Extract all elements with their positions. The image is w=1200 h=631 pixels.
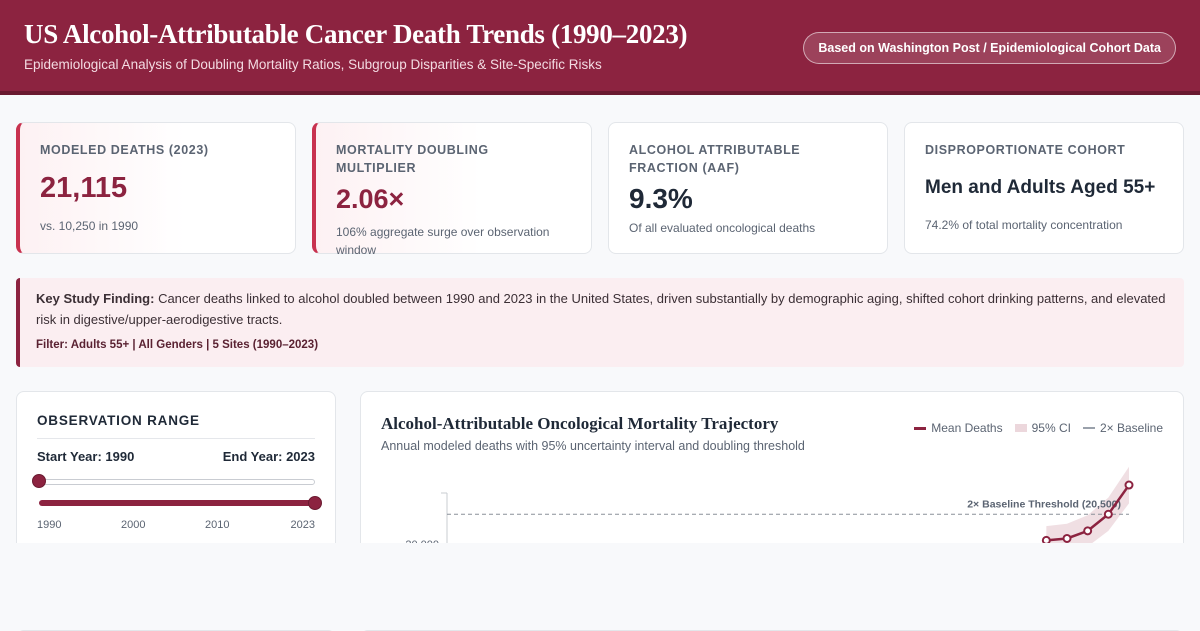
page-title: US Alcohol-Attributable Cancer Death Tre… — [24, 19, 688, 49]
kpi-value: 2.06× — [336, 184, 405, 214]
finding-text: Key Study Finding: Cancer deaths linked … — [36, 289, 1168, 330]
filter-summary: Filter: Adults 55+ | All Genders | 5 Sit… — [36, 339, 319, 351]
end-year-label: End Year: 2023 — [222, 449, 315, 464]
kpi-card-modeled-deaths: Modeled Deaths (2023) 21,115 vs. 10,250 … — [16, 122, 296, 254]
page-subtitle: Epidemiological Analysis of Doubling Mor… — [24, 57, 602, 72]
kpi-note: 106% aggregate surge over observation wi… — [336, 225, 550, 257]
start-year-slider-track[interactable] — [39, 479, 315, 485]
range-tick: 1990 — [37, 519, 62, 531]
finding-lead: Key Study Finding: — [36, 291, 155, 306]
end-year-slider-track[interactable] — [39, 500, 315, 506]
data-point — [1124, 480, 1134, 490]
ci-band — [1046, 466, 1129, 555]
end-year-slider-thumb[interactable] — [308, 496, 322, 510]
start-year-slider-thumb[interactable] — [32, 474, 46, 488]
page-header: US Alcohol-Attributable Cancer Death Tre… — [0, 0, 1200, 95]
kpi-value: 9.3% — [629, 183, 693, 214]
kpi-note: Of all evaluated oncological deaths — [629, 221, 816, 235]
kpi-card-cohort: Disproportionate Cohort Men and Adults A… — [904, 122, 1184, 254]
range-tick: 2000 — [121, 519, 146, 531]
range-tick: 2023 — [290, 519, 315, 531]
range-tick: 2010 — [205, 519, 230, 531]
kpi-note: vs. 10,250 in 1990 — [40, 219, 139, 233]
kpi-card-aaf: Alcohol Attributable Fraction (AAF) 9.3%… — [608, 122, 888, 254]
key-finding-banner: Key Study Finding: Cancer deaths linked … — [16, 278, 1184, 367]
page-bottom-area — [0, 543, 1200, 630]
finding-body: Cancer deaths linked to alcohol doubled … — [36, 291, 1166, 327]
kpi-value: Men and Adults Aged 55+ — [925, 177, 1156, 198]
source-badge: Based on Washington Post / Epidemiologic… — [803, 32, 1176, 64]
kpi-value: 21,115 — [40, 172, 128, 204]
divider — [37, 438, 315, 439]
data-point — [1062, 533, 1072, 543]
baseline-threshold-label: 2× Baseline Threshold (20,500) — [967, 498, 1121, 510]
range-title: Observation Range — [37, 413, 200, 428]
kpi-label: Mortality Doubling Multiplier — [336, 143, 489, 175]
data-point — [1103, 509, 1113, 519]
kpi-label: Modeled Deaths (2023) — [40, 143, 209, 157]
start-year-label: Start Year: 1990 — [37, 449, 135, 464]
kpi-note: 74.2% of total mortality concentration — [925, 218, 1123, 232]
data-point — [1083, 526, 1093, 536]
kpi-label: Alcohol Attributable Fraction (AAF) — [629, 143, 801, 175]
kpi-label: Disproportionate Cohort — [925, 143, 1126, 157]
kpi-card-doubling-multiplier: Mortality Doubling Multiplier 2.06× 106%… — [312, 122, 592, 257]
